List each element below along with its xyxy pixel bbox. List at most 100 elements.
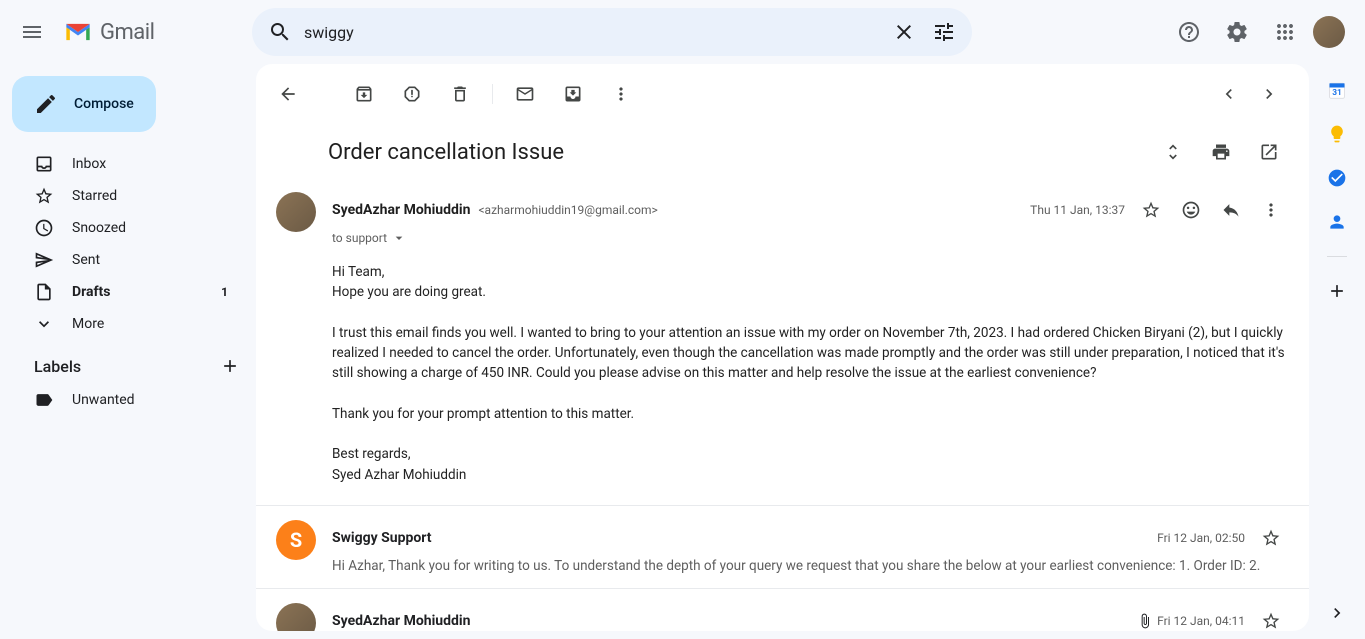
more-vert-icon — [611, 84, 631, 104]
nav-snoozed-label: Snoozed — [72, 220, 126, 236]
label-unwanted-text: Unwanted — [72, 392, 135, 408]
delete-button[interactable] — [440, 74, 480, 114]
back-button[interactable] — [268, 74, 308, 114]
keep-app-icon[interactable] — [1327, 124, 1347, 144]
star-button-2[interactable] — [1253, 520, 1289, 556]
star-button[interactable] — [1133, 192, 1169, 228]
search-button[interactable] — [260, 12, 300, 52]
panel-collapse-icon[interactable] — [1327, 603, 1347, 623]
file-icon — [34, 282, 54, 302]
nav-sent[interactable]: Sent — [8, 244, 256, 276]
clear-search-button[interactable] — [884, 12, 924, 52]
search-input[interactable] — [300, 23, 884, 42]
emoji-icon — [1181, 200, 1201, 220]
next-button[interactable] — [1249, 74, 1289, 114]
nav-more[interactable]: More — [8, 308, 256, 340]
message-date: Thu 11 Jan, 13:37 — [1030, 203, 1125, 217]
app-name: Gmail — [100, 20, 154, 45]
gear-icon — [1225, 20, 1249, 44]
move-to-button[interactable] — [553, 74, 593, 114]
unfold-icon — [1163, 142, 1183, 162]
new-window-button[interactable] — [1249, 132, 1289, 172]
label-icon — [34, 390, 54, 410]
collapsed-date-2: Fri 12 Jan, 02:50 — [1157, 531, 1245, 545]
reply-button[interactable] — [1213, 192, 1249, 228]
nav-drafts-label: Drafts — [72, 284, 110, 300]
chevron-down-icon — [34, 314, 54, 334]
react-button[interactable] — [1173, 192, 1209, 228]
nav-drafts[interactable]: Drafts 1 — [8, 276, 256, 308]
star-icon — [34, 186, 54, 206]
user-avatar-3 — [276, 603, 316, 631]
main-content: Order cancellation Issue SyedAzhar Mohiu… — [256, 64, 1309, 631]
star-button-3[interactable] — [1253, 603, 1289, 631]
arrow-back-icon — [278, 84, 298, 104]
move-inbox-icon — [563, 84, 583, 104]
gmail-logo-icon — [64, 21, 92, 43]
nav-inbox-label: Inbox — [72, 156, 106, 172]
sender-email: <azharmohiuddin19@gmail.com> — [478, 203, 657, 217]
calendar-app-icon[interactable]: 31 — [1327, 80, 1347, 100]
user-avatar[interactable] — [1313, 16, 1345, 48]
help-icon — [1177, 20, 1201, 44]
search-options-button[interactable] — [924, 12, 964, 52]
tune-icon — [932, 20, 956, 44]
mark-unread-button[interactable] — [505, 74, 545, 114]
report-icon — [402, 84, 422, 104]
header: Gmail — [0, 0, 1365, 64]
clock-icon — [34, 218, 54, 238]
mail-icon — [515, 84, 535, 104]
support-button[interactable] — [1169, 12, 1209, 52]
drafts-count: 1 — [221, 285, 228, 299]
recipient-text: to support — [332, 231, 387, 245]
prev-button[interactable] — [1209, 74, 1249, 114]
more-button[interactable] — [601, 74, 641, 114]
logo-area[interactable]: Gmail — [64, 20, 244, 45]
hamburger-icon — [20, 20, 44, 44]
print-button[interactable] — [1201, 132, 1241, 172]
compose-button[interactable]: Compose — [12, 76, 156, 132]
print-icon — [1211, 142, 1231, 162]
pencil-icon — [34, 92, 58, 116]
subject-row: Order cancellation Issue — [256, 112, 1309, 180]
expand-all-button[interactable] — [1153, 132, 1193, 172]
contacts-app-icon[interactable] — [1327, 212, 1347, 232]
collapsed-sender-2: Swiggy Support — [332, 530, 431, 546]
main-menu-button[interactable] — [8, 8, 56, 56]
message-expanded: SyedAzhar Mohiuddin <azharmohiuddin19@gm… — [256, 180, 1309, 505]
nav-starred[interactable]: Starred — [8, 180, 256, 212]
inbox-icon — [34, 154, 54, 174]
spam-button[interactable] — [392, 74, 432, 114]
msg-more-button[interactable] — [1253, 192, 1289, 228]
toolbar — [256, 64, 1309, 112]
collapsed-message-3[interactable]: SyedAzhar Mohiuddin Fri 12 Jan, 04:11 1.… — [256, 588, 1309, 631]
compose-label: Compose — [74, 96, 134, 112]
apps-grid-icon — [1273, 20, 1297, 44]
search-icon — [268, 20, 292, 44]
nav-inbox[interactable]: Inbox — [8, 148, 256, 180]
collapsed-snippet-2: Hi Azhar, Thank you for writing to us. T… — [332, 558, 1289, 574]
header-actions — [1169, 12, 1357, 52]
plus-icon[interactable] — [220, 356, 240, 376]
apps-button[interactable] — [1265, 12, 1305, 52]
archive-button[interactable] — [344, 74, 384, 114]
chevron-right-icon — [1259, 84, 1279, 104]
recipient-row[interactable]: to support — [332, 230, 1289, 246]
nav-snoozed[interactable]: Snoozed — [8, 212, 256, 244]
dropdown-icon — [391, 230, 407, 246]
trash-icon — [450, 84, 470, 104]
star-outline-icon — [1261, 611, 1281, 631]
tasks-app-icon[interactable] — [1327, 168, 1347, 188]
collapsed-sender-3: SyedAzhar Mohiuddin — [332, 613, 470, 629]
attachment-icon — [1137, 613, 1153, 629]
swiggy-avatar: S — [276, 520, 316, 560]
label-unwanted[interactable]: Unwanted — [8, 384, 256, 416]
close-icon — [892, 20, 916, 44]
star-outline-icon — [1261, 528, 1281, 548]
collapsed-message-2[interactable]: S Swiggy Support Fri 12 Jan, 02:50 Hi Az… — [256, 505, 1309, 588]
settings-button[interactable] — [1217, 12, 1257, 52]
sender-avatar[interactable] — [276, 192, 316, 232]
add-app-icon[interactable] — [1327, 281, 1347, 301]
nav-starred-label: Starred — [72, 188, 117, 204]
svg-text:31: 31 — [1332, 88, 1342, 98]
